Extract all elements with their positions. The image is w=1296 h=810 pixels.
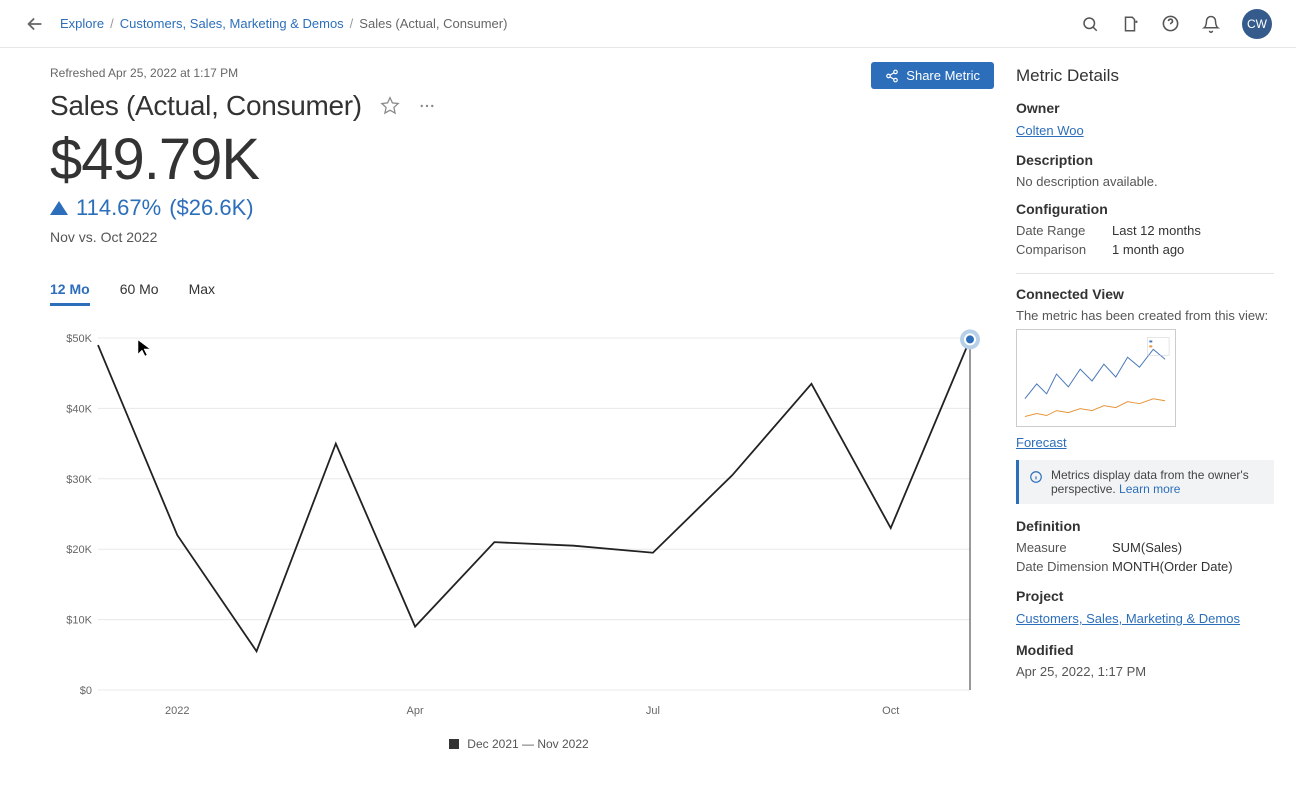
svg-text:$40K: $40K xyxy=(66,403,92,415)
share-metric-label: Share Metric xyxy=(906,68,980,83)
project-heading: Project xyxy=(1016,588,1274,604)
breadcrumb: Explore / Customers, Sales, Marketing & … xyxy=(60,16,1081,31)
tab-max[interactable]: Max xyxy=(189,281,215,306)
modified-heading: Modified xyxy=(1016,642,1274,658)
owner-link[interactable]: Colten Woo xyxy=(1016,123,1084,138)
metric-value: $49.79K xyxy=(50,126,988,193)
svg-text:$50K: $50K xyxy=(66,333,92,345)
description-text: No description available. xyxy=(1016,174,1274,189)
breadcrumb-current: Sales (Actual, Consumer) xyxy=(359,16,507,31)
svg-text:2022: 2022 xyxy=(165,705,189,717)
owner-heading: Owner xyxy=(1016,100,1274,116)
breadcrumb-parent[interactable]: Customers, Sales, Marketing & Demos xyxy=(120,16,344,31)
avatar[interactable]: CW xyxy=(1242,9,1272,39)
legend-swatch-icon xyxy=(449,739,459,749)
modified-text: Apr 25, 2022, 1:17 PM xyxy=(1016,664,1274,679)
info-icon xyxy=(1029,470,1043,496)
share-metric-button[interactable]: Share Metric xyxy=(871,62,994,89)
comparison-label: Nov vs. Oct 2022 xyxy=(50,229,988,245)
more-icon[interactable] xyxy=(418,97,436,115)
favorite-icon[interactable] xyxy=(380,96,400,116)
svg-text:$10K: $10K xyxy=(66,615,92,627)
learn-more-link[interactable]: Learn more xyxy=(1119,482,1180,496)
create-icon[interactable] xyxy=(1121,15,1139,33)
sidebar-heading: Metric Details xyxy=(1016,66,1274,86)
info-callout: Metrics display data from the owner's pe… xyxy=(1016,460,1274,504)
definition-heading: Definition xyxy=(1016,518,1274,534)
connected-view-text: The metric has been created from this vi… xyxy=(1016,308,1274,323)
svg-text:Apr: Apr xyxy=(407,705,424,717)
timerange-tabs: 12 Mo 60 Mo Max xyxy=(50,281,988,306)
svg-text:$30K: $30K xyxy=(66,474,92,486)
tab-60mo[interactable]: 60 Mo xyxy=(120,281,159,306)
page-title: Sales (Actual, Consumer) xyxy=(50,90,362,122)
description-heading: Description xyxy=(1016,152,1274,168)
notifications-icon[interactable] xyxy=(1202,15,1220,33)
connected-view-thumbnail[interactable] xyxy=(1016,329,1176,427)
metric-change: 114.67% ($26.6K) xyxy=(50,195,988,221)
trend-up-icon xyxy=(50,201,68,215)
help-icon[interactable] xyxy=(1161,14,1180,33)
back-icon[interactable] xyxy=(24,13,46,35)
svg-text:Jul: Jul xyxy=(646,705,660,717)
connected-view-heading: Connected View xyxy=(1016,286,1274,302)
forecast-link[interactable]: Forecast xyxy=(1016,435,1274,450)
search-icon[interactable] xyxy=(1081,15,1099,33)
svg-text:$20K: $20K xyxy=(66,544,92,556)
tab-12mo[interactable]: 12 Mo xyxy=(50,281,90,306)
project-link[interactable]: Customers, Sales, Marketing & Demos xyxy=(1016,611,1240,626)
breadcrumb-explore[interactable]: Explore xyxy=(60,16,104,31)
svg-text:$0: $0 xyxy=(80,685,92,697)
refreshed-label: Refreshed Apr 25, 2022 at 1:17 PM xyxy=(50,66,988,80)
chart-legend: Dec 2021 — Nov 2022 xyxy=(50,737,988,751)
line-chart[interactable]: $0 $10K $20K $30K $40K $50K 2022 Apr Jul Oct xyxy=(50,328,988,733)
configuration-heading: Configuration xyxy=(1016,201,1274,217)
svg-text:Oct: Oct xyxy=(882,705,899,717)
